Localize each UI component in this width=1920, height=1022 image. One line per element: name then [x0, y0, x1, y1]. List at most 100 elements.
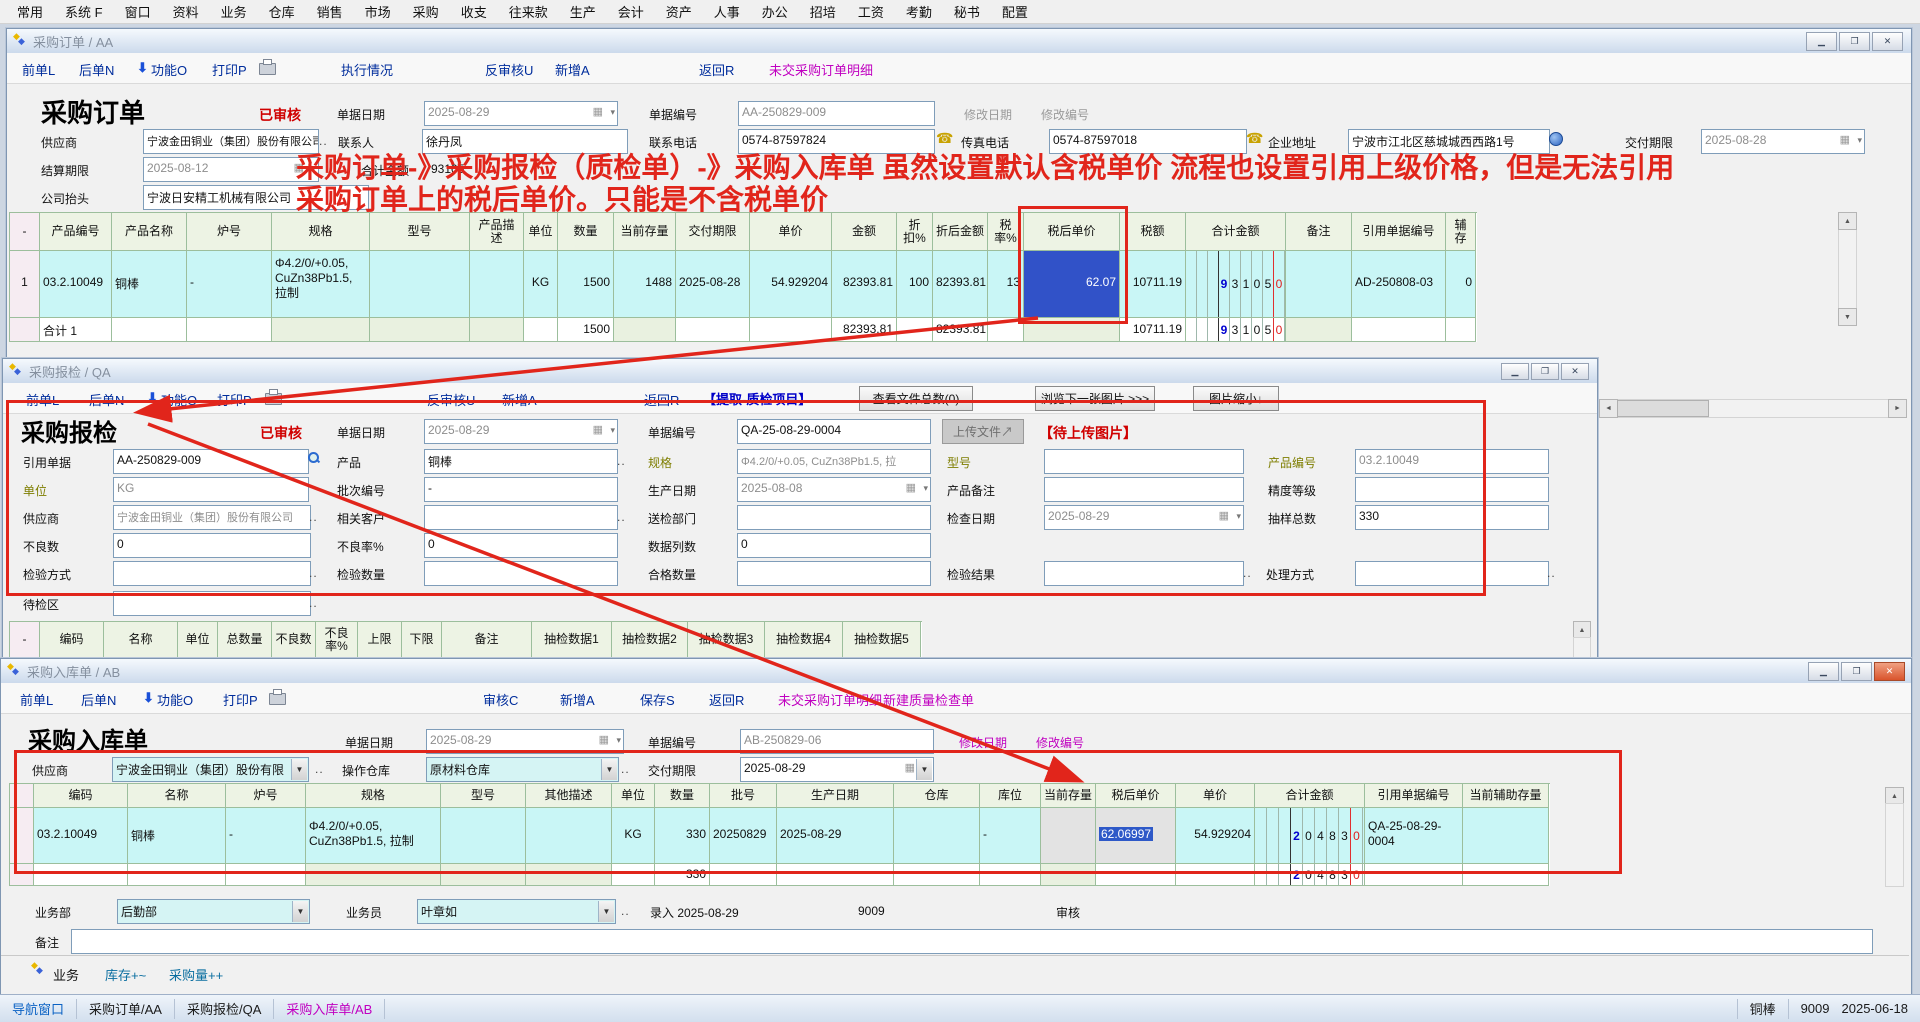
receipt-table-vscroll-track[interactable] — [1885, 803, 1904, 887]
calendar-icon[interactable]: ▦ — [1840, 133, 1850, 146]
batch-cell[interactable]: 20250829 — [710, 808, 777, 864]
dropdown-caret-icon[interactable]: ▾ — [616, 735, 621, 746]
return-link[interactable]: 返回R — [644, 390, 679, 409]
model-cell[interactable] — [370, 251, 470, 318]
deliver-date-field[interactable]: 2025-08-28▦▾ — [1701, 129, 1865, 154]
calendar-icon[interactable]: ▦ — [593, 423, 603, 436]
doc-no-field[interactable]: QA-25-08-29-0004 — [737, 419, 931, 444]
printer-icon[interactable] — [259, 63, 276, 75]
spec-field[interactable]: Φ4.2/0/+0.05, CuZn38Pb1.5, 拉 — [737, 449, 931, 474]
menu-item[interactable]: 会计 — [607, 2, 655, 21]
dropdown-caret-icon[interactable]: ▾ — [1857, 135, 1862, 146]
menu-item[interactable]: 常用 — [6, 2, 54, 21]
tax-price-cell[interactable]: 62.06997 — [1096, 808, 1176, 864]
supplier-field[interactable]: 宁波金田铜业（集团）股份有限公司 — [143, 129, 319, 154]
browse-next-image-button[interactable]: 浏览下一张图片 >>> — [1035, 386, 1155, 411]
doc-date-field[interactable]: 2025-08-29▦▾ — [426, 729, 624, 754]
function-menu-link[interactable]: 功能O — [151, 60, 187, 79]
return-link[interactable]: 返回R — [709, 690, 744, 709]
statusbar-tab-receipt[interactable]: 采购入库单/AB — [274, 999, 385, 1019]
deliver-date-field[interactable]: 2025-08-29▦▼ — [740, 757, 934, 782]
precision-grade-field[interactable] — [1355, 477, 1549, 502]
supplier-lookup-dots[interactable]: .. — [315, 762, 324, 776]
aux-stock-cell[interactable] — [1463, 808, 1549, 864]
menu-item[interactable]: 采购 — [402, 2, 450, 21]
sample-total-field[interactable]: 330 — [1355, 505, 1549, 530]
menu-item[interactable]: 收支 — [450, 2, 498, 21]
total-amount-cell[interactable]: 2 0 4 8 3 0 9 — [1255, 808, 1365, 864]
warehouse-lookup-dots[interactable]: .. — [621, 762, 630, 776]
furnace-no-cell[interactable]: - — [226, 808, 306, 864]
statusbar-tab-order[interactable]: 采购订单/AA — [77, 999, 175, 1019]
menu-item[interactable]: 生产 — [559, 2, 607, 21]
wait-area-field[interactable] — [113, 591, 311, 616]
dept-field[interactable] — [737, 505, 931, 530]
receipt-titlebar[interactable]: 采购入库单 / AB — [1, 659, 1911, 684]
total-amount-cell[interactable]: 9 3 1 0 5 0 0 — [1186, 251, 1286, 318]
prev-doc-link[interactable]: 前单L — [26, 390, 59, 409]
menu-item[interactable]: 配置 — [991, 2, 1039, 21]
next-doc-link[interactable]: 后单N — [79, 60, 114, 79]
dropdown-arrow-icon[interactable]: ▼ — [598, 901, 614, 922]
close-button[interactable]: ✕ — [1874, 662, 1905, 681]
supplier-lookup-dots[interactable]: .. — [309, 510, 318, 524]
product-lookup-dots[interactable]: .. — [617, 454, 626, 468]
bad-count-field[interactable]: 0 — [113, 533, 311, 558]
print-link[interactable]: 打印P — [223, 690, 258, 709]
menu-item[interactable]: 考勤 — [895, 2, 943, 21]
function-menu-link[interactable]: 功能O — [157, 690, 193, 709]
row-number-cell[interactable]: 1 — [10, 251, 40, 318]
tax-rate-cell[interactable]: 13 — [988, 251, 1024, 318]
settle-date-field[interactable]: 2025-08-12▦▾ — [143, 157, 319, 182]
menu-item[interactable]: 业务 — [210, 2, 258, 21]
pending-order-detail-link[interactable]: 未交采购订单明细 — [769, 60, 873, 79]
check-qty-field[interactable] — [424, 561, 618, 586]
menu-item[interactable]: 秘书 — [943, 2, 991, 21]
print-link[interactable]: 打印P — [217, 390, 252, 409]
doc-date-field[interactable]: 2025-08-29▦▾ — [424, 101, 618, 126]
menu-item[interactable]: 仓库 — [258, 2, 306, 21]
calendar-icon[interactable]: ▦ — [905, 761, 915, 774]
menu-item[interactable]: 招培 — [799, 2, 847, 21]
calendar-icon[interactable]: ▦ — [1219, 509, 1229, 522]
dept-combobox[interactable]: 后勤部▼ — [117, 899, 310, 924]
hscroll-thumb[interactable] — [1617, 400, 1709, 417]
product-code-field[interactable]: 03.2.10049 — [1355, 449, 1549, 474]
stock-cell[interactable] — [1041, 808, 1096, 864]
add-new-link[interactable]: 新增A — [555, 60, 590, 79]
dropdown-arrow-icon[interactable]: ▼ — [916, 759, 932, 780]
inspection-titlebar[interactable]: 采购报检 / QA — [3, 359, 1597, 384]
dropdown-caret-icon[interactable]: ▾ — [610, 425, 615, 436]
wait-area-lookup-dots[interactable]: .. — [309, 596, 318, 610]
unaudit-link[interactable]: 反审核U — [485, 60, 533, 79]
dropdown-caret-icon[interactable]: ▾ — [1236, 511, 1241, 522]
model-cell[interactable] — [441, 808, 526, 864]
spec-cell[interactable]: Φ4.2/0/+0.05, CuZn38Pb1.5, 拉制 — [306, 808, 441, 864]
tax-cell[interactable]: 10711.19 — [1120, 251, 1186, 318]
dropdown-caret-icon[interactable]: ▾ — [923, 483, 928, 494]
spec-cell[interactable]: Φ4.2/0/+0.05, CuZn38Pb1.5, 拉制 — [272, 251, 370, 318]
qty-cell[interactable]: 330 — [655, 808, 710, 864]
menu-item[interactable]: 资产 — [655, 2, 703, 21]
result-lookup-dots[interactable]: .. — [1243, 566, 1252, 580]
printer-icon[interactable] — [265, 393, 282, 405]
unit-cell[interactable]: KG — [612, 808, 655, 864]
add-new-link[interactable]: 新增A — [560, 690, 595, 709]
dropdown-arrow-icon[interactable]: ▼ — [601, 759, 617, 780]
warehouse-cell[interactable] — [894, 808, 980, 864]
clerk-lookup-dots[interactable]: .. — [621, 904, 630, 918]
doc-date-field[interactable]: 2025-08-29▦▾ — [424, 419, 618, 444]
product-code-cell[interactable]: 03.2.10049 — [40, 251, 112, 318]
tab-business[interactable]: 业务 — [53, 965, 79, 984]
clerk-combobox[interactable]: 叶章如▼ — [417, 899, 616, 924]
scroll-down-button[interactable]: ▼ — [1838, 308, 1857, 326]
statusbar-tab-inspect[interactable]: 采购报检/QA — [175, 999, 274, 1019]
supplier-combobox[interactable]: 宁波金田铜业（集团）股份有限▼ — [112, 757, 309, 782]
return-link[interactable]: 返回R — [699, 60, 734, 79]
dropdown-arrow-icon[interactable]: ▼ — [291, 759, 307, 780]
unaudit-link[interactable]: 反审核U — [427, 390, 475, 409]
customer-lookup-dots[interactable]: .. — [617, 510, 626, 524]
purchase-order-titlebar[interactable]: 采购订单 / AA — [7, 29, 1911, 54]
product-field[interactable]: 铜棒 — [424, 449, 618, 474]
menu-item[interactable]: 市场 — [354, 2, 402, 21]
